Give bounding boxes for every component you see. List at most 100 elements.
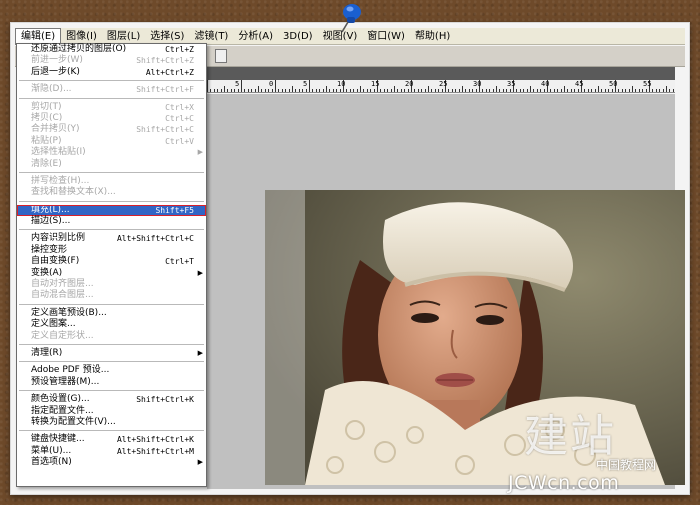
- menu-item-label: 定义画笔预设(B)...: [31, 307, 107, 318]
- menu-item: 粘贴(P) Ctrl+V: [17, 136, 206, 147]
- menubar-item[interactable]: 编辑(E): [15, 27, 62, 45]
- menu-item[interactable]: 指定配置文件...: [17, 406, 206, 417]
- menu-item: 渐隐(D)... Shift+Ctrl+F: [17, 84, 206, 95]
- menu-item: 拷贝(C) Ctrl+C: [17, 113, 206, 124]
- ruler-tick: [594, 89, 596, 92]
- ruler-tick: [241, 80, 242, 92]
- menubar-item[interactable]: 滤镜(T): [189, 28, 233, 45]
- ruler-tick: [625, 89, 627, 92]
- ruler-tick: [247, 89, 249, 92]
- menu-item-shortcut: Ctrl+X: [165, 102, 194, 112]
- menubar-item[interactable]: 分析(A): [233, 28, 278, 45]
- ruler-tick: [309, 80, 310, 92]
- menubar-item[interactable]: 图像(I): [61, 28, 102, 45]
- ruler-tick: [417, 89, 419, 92]
- menu-item[interactable]: 还原通过拷贝的图层(O) Ctrl+Z: [17, 44, 206, 55]
- menu-item[interactable]: 内容识别比例 Alt+Shift+Ctrl+C: [17, 233, 206, 244]
- menu-item-label: 清理(R): [31, 347, 63, 358]
- ruler-tick: [472, 89, 474, 92]
- ruler-tick: [530, 86, 531, 92]
- ruler-tick: [421, 89, 423, 92]
- menu-item[interactable]: 首选项(N) ▶: [17, 457, 206, 468]
- menu-item-label: 选择性粘贴(I): [31, 147, 86, 158]
- ruler-tick: [438, 89, 440, 92]
- menu-item-label: 转换为配置文件(V)...: [31, 416, 116, 427]
- ruler-tick: [356, 89, 358, 92]
- ruler-label: 25: [439, 80, 448, 88]
- ruler-tick: [224, 86, 225, 92]
- ruler-tick: [496, 86, 497, 92]
- submenu-arrow-icon: ▶: [197, 268, 203, 277]
- menubar-item[interactable]: 帮助(H): [410, 28, 455, 45]
- menu-item: 选择性粘贴(I) ▶: [17, 147, 206, 158]
- ruler-tick: [271, 89, 273, 92]
- menu-item[interactable]: 定义画笔预设(B)...: [17, 308, 206, 319]
- ruler-tick: [322, 89, 324, 92]
- menu-item-fill-selected[interactable]: 填充(L)... Shift+F5: [17, 204, 206, 217]
- document-tab-bar: [207, 67, 675, 81]
- menubar-item[interactable]: 3D(D): [278, 28, 318, 45]
- menu-item[interactable]: Adobe PDF 预设...: [17, 365, 206, 376]
- menu-item[interactable]: 颜色设置(G)... Shift+Ctrl+K: [17, 394, 206, 405]
- menu-item-label: 合并拷贝(Y): [31, 124, 80, 135]
- menu-item[interactable]: 操控变形: [17, 245, 206, 256]
- menu-item-shortcut: Shift+Ctrl+K: [136, 395, 194, 405]
- ruler-tick: [598, 86, 599, 92]
- menu-item[interactable]: 菜单(U)... Alt+Shift+Ctrl+M: [17, 446, 206, 457]
- ruler-tick: [234, 89, 236, 92]
- ruler-label: 40: [541, 80, 550, 88]
- menu-item: 合并拷贝(Y) Shift+Ctrl+C: [17, 124, 206, 135]
- ruler-tick: [363, 89, 365, 92]
- ruler-tick: [652, 89, 654, 92]
- menubar-item[interactable]: 窗口(W): [362, 28, 410, 45]
- menu-item[interactable]: 键盘快捷键... Alt+Shift+Ctrl+K: [17, 434, 206, 445]
- ruler-tick: [261, 89, 263, 92]
- tool-preset-box[interactable]: [215, 49, 227, 63]
- ruler-label: 5: [303, 80, 308, 88]
- ruler-tick: [601, 89, 603, 92]
- ruler-tick: [516, 89, 518, 92]
- menu-item-label: 颜色设置(G)...: [31, 394, 90, 405]
- menu-item[interactable]: 预设管理器(M)...: [17, 377, 206, 388]
- menu-item[interactable]: 清理(R) ▶: [17, 348, 206, 359]
- edit-menu-dropdown: 还原通过拷贝的图层(O) Ctrl+Z 前进一步(W) Shift+Ctrl+Z 后退一…: [16, 43, 207, 487]
- ruler-tick: [553, 89, 555, 92]
- menu-item-label: 定义自定形状...: [31, 330, 94, 341]
- menubar-item[interactable]: 选择(S): [145, 28, 189, 45]
- ruler-tick: [373, 89, 375, 92]
- ruler-tick: [560, 89, 562, 92]
- ruler-tick: [499, 89, 501, 92]
- menu-item-label: 填充(L)...: [31, 204, 70, 215]
- menu-item[interactable]: 定义图案...: [17, 319, 206, 330]
- ruler-tick: [669, 89, 671, 92]
- ruler-tick: [632, 86, 633, 92]
- menu-item[interactable]: 描边(S)...: [17, 216, 206, 227]
- menu-item-shortcut: Shift+F5: [155, 205, 194, 215]
- ruler-tick: [492, 89, 494, 92]
- menu-item-label: 描边(S)...: [31, 216, 71, 227]
- ruler-tick: [292, 86, 293, 92]
- menu-item-shortcut: Alt+Shift+Ctrl+C: [116, 234, 194, 244]
- ruler-tick: [370, 89, 372, 92]
- menu-item[interactable]: 变换(A) ▶: [17, 268, 206, 279]
- ruler-tick: [397, 89, 399, 92]
- menu-item-label: 拷贝(C): [31, 112, 63, 123]
- ruler-tick: [315, 89, 317, 92]
- menu-item-shortcut: Alt+Ctrl+Z: [145, 67, 194, 77]
- ruler-label: 5: [235, 80, 240, 88]
- ruler-tick: [390, 89, 392, 92]
- menubar-item[interactable]: 图层(L): [102, 28, 145, 45]
- ruler-tick: [451, 89, 453, 92]
- menu-item: 自动对齐图层...: [17, 279, 206, 290]
- ruler-tick: [288, 89, 290, 92]
- menu-item-label: 操控变形: [31, 244, 68, 255]
- ruler-label: 30: [473, 80, 482, 88]
- menu-item[interactable]: 后退一步(K) Alt+Ctrl+Z: [17, 67, 206, 78]
- menu-item[interactable]: 自由变换(F) Ctrl+T: [17, 256, 206, 267]
- menu-item-shortcut: Shift+Ctrl+C: [136, 125, 194, 135]
- menu-item[interactable]: 转换为配置文件(V)...: [17, 417, 206, 428]
- ruler-tick: [584, 89, 586, 92]
- ruler-tick: [502, 89, 504, 92]
- ruler-tick: [237, 89, 239, 92]
- menu-item-label: 清除(E): [31, 158, 62, 169]
